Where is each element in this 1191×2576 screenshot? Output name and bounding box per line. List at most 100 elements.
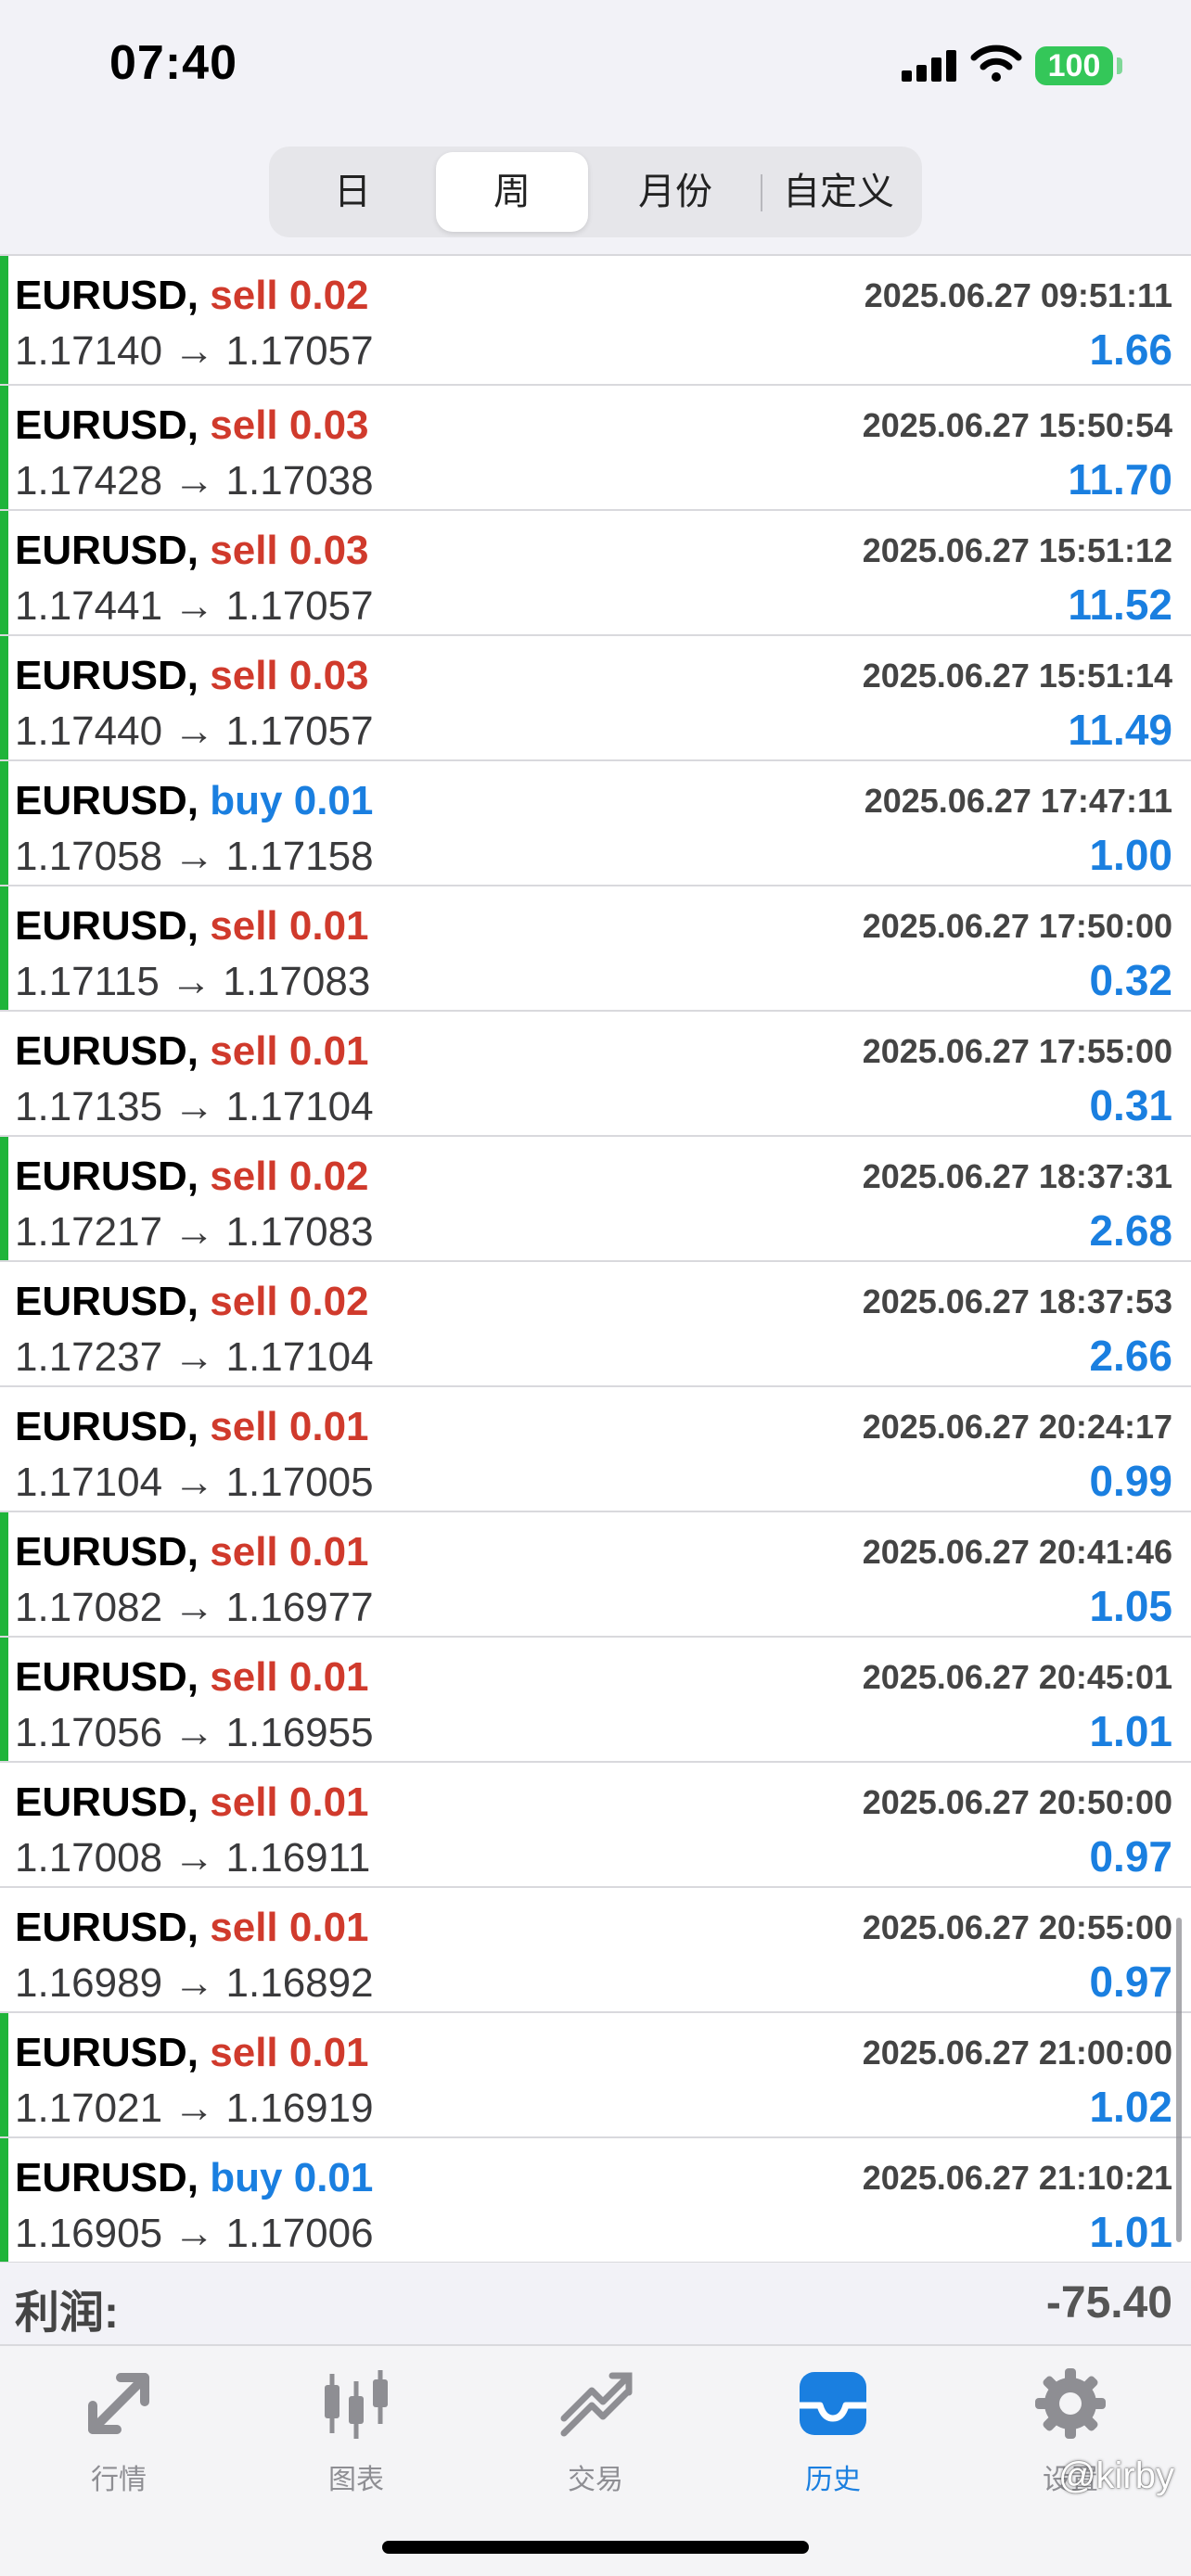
- arrow-right-icon: →: [171, 959, 212, 1004]
- battery-cap: [1117, 57, 1122, 74]
- trade-volume: 0.01: [288, 1028, 369, 1074]
- tab-quotes[interactable]: 行情: [35, 2365, 202, 2497]
- close-price: 1.16919: [225, 2085, 374, 2131]
- trade-row[interactable]: EURUSD, sell 0.02 1.17217 → 1.17083 2025.0…: [0, 1137, 1191, 1262]
- trade-time: 2025.06.27 18:37:53: [862, 1282, 1172, 1320]
- trade-row[interactable]: EURUSD, sell 0.03 1.17428 → 1.17038 2025.0…: [0, 386, 1191, 511]
- trade-time: 2025.06.27 20:24:17: [862, 1408, 1172, 1446]
- trade-row[interactable]: EURUSD, sell 0.01 1.17104 → 1.17005 2025.0…: [0, 1387, 1191, 1512]
- trade-side: sell: [210, 1154, 278, 1199]
- arrow-right-icon: →: [173, 583, 215, 629]
- trade-profit: 1.01: [1089, 1707, 1172, 1755]
- open-price: 1.17217: [15, 1209, 163, 1255]
- trade-title: EURUSD, buy 0.01: [15, 2155, 373, 2201]
- trade-volume: 0.01: [288, 903, 369, 949]
- open-price: 1.17441: [15, 583, 163, 629]
- close-price: 1.17083: [225, 1209, 374, 1255]
- cellular-signal-icon: [902, 48, 957, 82]
- trade-title: EURUSD, sell 0.02: [15, 1154, 369, 1200]
- trade-prices: 1.17021 → 1.16919: [15, 2085, 374, 2132]
- status-time: 07:40: [109, 36, 237, 90]
- arrow-right-icon: →: [173, 1960, 215, 2006]
- close-price: 1.17083: [223, 959, 371, 1004]
- arrow-right-icon: →: [173, 1084, 215, 1129]
- trade-row[interactable]: EURUSD, buy 0.01 1.16905 → 1.17006 2025.06…: [0, 2138, 1191, 2264]
- close-price: 1.16892: [225, 1960, 374, 2006]
- scrollbar[interactable]: [1176, 1918, 1182, 2242]
- trade-prices: 1.17082 → 1.16977: [15, 1585, 374, 1631]
- arrow-right-icon: →: [173, 2085, 215, 2131]
- trade-prices: 1.17237 → 1.17104: [15, 1334, 374, 1381]
- trade-row[interactable]: EURUSD, sell 0.01 1.16989 → 1.16892 2025.0…: [0, 1888, 1191, 2013]
- trade-prices: 1.17135 → 1.17104: [15, 1084, 374, 1130]
- trade-symbol: EURUSD,: [15, 903, 199, 949]
- trade-volume: 0.01: [293, 778, 374, 823]
- trade-title: EURUSD, sell 0.01: [15, 1654, 369, 1701]
- trade-side: sell: [210, 1779, 278, 1825]
- segment-custom[interactable]: 自定义: [762, 152, 915, 232]
- open-price: 1.17008: [15, 1835, 163, 1881]
- trade-volume: 0.02: [288, 1279, 369, 1324]
- trade-symbol: EURUSD,: [15, 1028, 199, 1074]
- trade-time: 2025.06.27 21:00:00: [862, 2034, 1172, 2072]
- segment-day[interactable]: 日: [276, 152, 429, 232]
- trade-time: 2025.06.27 20:41:46: [862, 1533, 1172, 1571]
- trade-title: EURUSD, sell 0.03: [15, 402, 369, 449]
- trade-symbol: EURUSD,: [15, 528, 199, 573]
- trade-row[interactable]: EURUSD, sell 0.01 1.17115 → 1.17083 2025.0…: [0, 886, 1191, 1012]
- trade-title: EURUSD, sell 0.01: [15, 2030, 369, 2076]
- trade-row[interactable]: EURUSD, buy 0.01 1.17058 → 1.17158 2025.06…: [0, 761, 1191, 886]
- close-price: 1.16977: [225, 1585, 374, 1630]
- arrow-right-icon: →: [173, 1710, 215, 1755]
- tab-history[interactable]: 历史: [749, 2365, 916, 2497]
- arrow-right-icon: →: [173, 458, 215, 504]
- arrow-right-icon: →: [173, 1460, 215, 1505]
- trade-symbol: EURUSD,: [15, 778, 199, 823]
- close-price: 1.17057: [225, 708, 374, 754]
- trade-row[interactable]: EURUSD, sell 0.01 1.17056 → 1.16955 2025.0…: [0, 1638, 1191, 1763]
- trade-side: sell: [210, 1905, 278, 1950]
- close-price: 1.17057: [225, 328, 374, 374]
- segment-month[interactable]: 月份: [599, 152, 751, 232]
- trade-time: 2025.06.27 21:10:21: [862, 2159, 1172, 2197]
- trade-prices: 1.17056 → 1.16955: [15, 1710, 374, 1756]
- tab-charts[interactable]: 图表: [273, 2365, 440, 2497]
- trade-symbol: EURUSD,: [15, 1779, 199, 1825]
- tab-history-label: 历史: [805, 2465, 861, 2495]
- open-price: 1.17104: [15, 1460, 163, 1505]
- open-price: 1.17115: [15, 959, 160, 1004]
- trade-symbol: EURUSD,: [15, 653, 199, 698]
- trade-row[interactable]: EURUSD, sell 0.03 1.17441 → 1.17057 2025.0…: [0, 511, 1191, 636]
- tab-trade[interactable]: 交易: [512, 2365, 679, 2497]
- battery-icon: 100: [1035, 46, 1113, 85]
- trade-row[interactable]: EURUSD, sell 0.01 1.17008 → 1.16911 2025.0…: [0, 1763, 1191, 1888]
- trade-time: 2025.06.27 20:45:01: [862, 1658, 1172, 1696]
- close-price: 1.17057: [225, 583, 374, 629]
- trade-row[interactable]: EURUSD, sell 0.03 1.17440 → 1.17057 2025.0…: [0, 636, 1191, 761]
- trade-symbol: EURUSD,: [15, 402, 199, 448]
- trade-prices: 1.17428 → 1.17038: [15, 458, 374, 504]
- trade-history-list: EURUSD, sell 0.02 1.17140 → 1.17057 2025.0…: [0, 256, 1191, 2264]
- trade-row[interactable]: EURUSD, sell 0.01 1.17021 → 1.16919 2025.0…: [0, 2013, 1191, 2138]
- segment-week[interactable]: 周: [436, 152, 588, 232]
- trade-volume: 0.01: [288, 1404, 369, 1449]
- trade-row[interactable]: EURUSD, sell 0.01 1.17082 → 1.16977 2025.0…: [0, 1512, 1191, 1638]
- trade-prices: 1.17441 → 1.17057: [15, 583, 374, 630]
- close-price: 1.17005: [225, 1460, 374, 1505]
- trade-volume: 0.01: [288, 1529, 369, 1575]
- trade-row[interactable]: EURUSD, sell 0.02 1.17140 → 1.17057 2025.0…: [0, 256, 1191, 386]
- trade-symbol: EURUSD,: [15, 2155, 199, 2200]
- open-price: 1.16905: [15, 2211, 163, 2256]
- trade-time: 2025.06.27 17:47:11: [864, 782, 1172, 820]
- open-price: 1.17082: [15, 1585, 163, 1630]
- trade-row[interactable]: EURUSD, sell 0.02 1.17237 → 1.17104 2025.0…: [0, 1262, 1191, 1387]
- trade-title: EURUSD, sell 0.03: [15, 653, 369, 699]
- trade-side: buy: [210, 2155, 283, 2200]
- trade-prices: 1.17058 → 1.17158: [15, 834, 374, 880]
- close-price: 1.17038: [225, 458, 374, 504]
- close-price: 1.17158: [225, 834, 374, 879]
- trade-row[interactable]: EURUSD, sell 0.01 1.17135 → 1.17104 2025.0…: [0, 1012, 1191, 1137]
- trade-prices: 1.17104 → 1.17005: [15, 1460, 374, 1506]
- open-price: 1.17021: [15, 2085, 163, 2131]
- trade-profit: 2.66: [1089, 1332, 1172, 1380]
